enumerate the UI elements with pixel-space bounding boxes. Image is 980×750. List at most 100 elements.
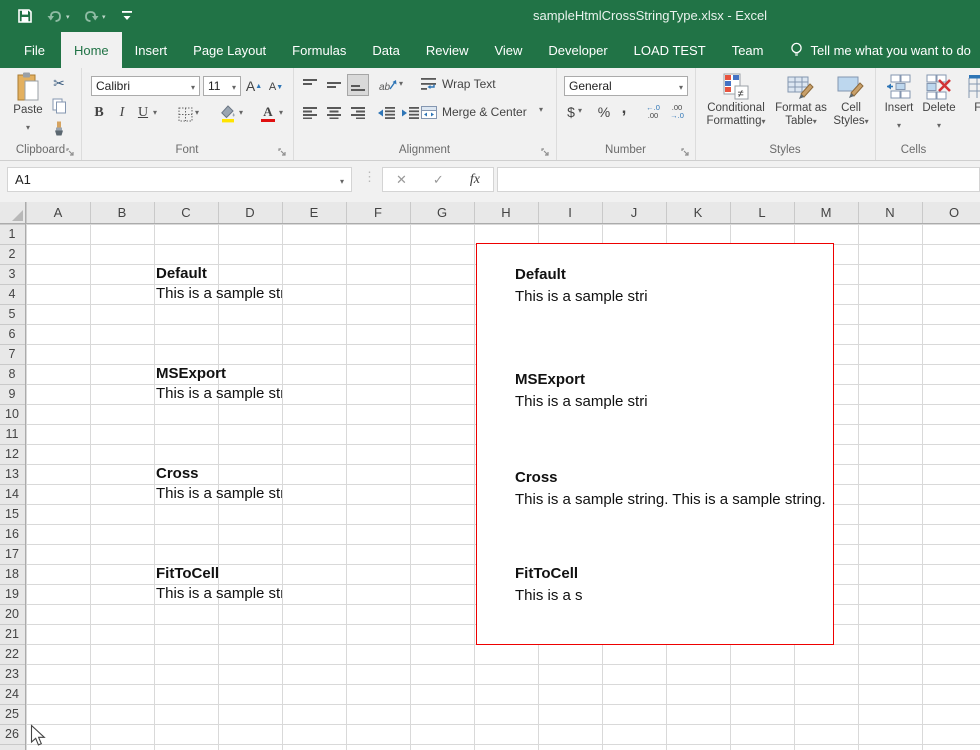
italic-button[interactable]: I — [115, 104, 129, 122]
format-cells-button[interactable]: Fo — [961, 72, 980, 115]
accounting-dropdown-icon[interactable] — [578, 106, 582, 115]
underline-button[interactable]: U — [135, 104, 151, 122]
column-header-D[interactable]: D — [218, 202, 282, 223]
align-right-button[interactable] — [348, 103, 368, 123]
increase-decimal-button[interactable]: ←.0 .00 — [642, 102, 664, 122]
floating-image-overlay[interactable]: DefaultThis is a sample striMSExportThis… — [476, 243, 834, 645]
percent-style-button[interactable]: % — [596, 102, 612, 122]
tab-review[interactable]: Review — [413, 32, 482, 68]
fill-color-dropdown-icon[interactable] — [239, 108, 243, 117]
font-color-dropdown-icon[interactable] — [279, 108, 283, 117]
cell-C19[interactable]: This is a sample strin — [156, 586, 282, 602]
row-header-6[interactable]: 6 — [0, 324, 24, 344]
row-header-13[interactable]: 13 — [0, 464, 24, 484]
format-painter-button[interactable] — [48, 119, 70, 139]
row-header-14[interactable]: 14 — [0, 484, 24, 504]
name-box[interactable]: A1 — [7, 167, 352, 192]
insert-function-icon[interactable]: fx — [470, 172, 480, 188]
orientation-button[interactable]: ab — [377, 75, 399, 95]
decrease-decimal-button[interactable]: .00 →.0 — [666, 102, 688, 122]
row-header-12[interactable]: 12 — [0, 444, 24, 464]
row-header-9[interactable]: 9 — [0, 384, 24, 404]
number-dialog-launcher[interactable] — [681, 145, 691, 155]
undo-icon[interactable] — [46, 7, 64, 25]
row-header-20[interactable]: 20 — [0, 604, 24, 624]
row-header-4[interactable]: 4 — [0, 284, 24, 304]
row-header-22[interactable]: 22 — [0, 644, 24, 664]
tab-formulas[interactable]: Formulas — [279, 32, 359, 68]
formula-bar-splitter[interactable]: ⋮ — [363, 169, 376, 185]
row-header-19[interactable]: 19 — [0, 584, 24, 604]
tab-data[interactable]: Data — [359, 32, 412, 68]
underline-dropdown-icon[interactable] — [153, 108, 157, 117]
font-color-button[interactable]: A — [259, 104, 277, 124]
number-format-combo[interactable]: General — [564, 76, 688, 96]
orientation-dropdown-icon[interactable] — [399, 79, 403, 88]
paste-dropdown-icon[interactable] — [26, 117, 30, 135]
insert-cells-button[interactable]: Insert — [881, 72, 917, 133]
tell-me-box[interactable]: Tell me what you want to do — [790, 32, 970, 68]
delete-cells-button[interactable]: Delete — [919, 72, 959, 133]
tab-load-test[interactable]: LOAD TEST — [621, 32, 719, 68]
bold-button[interactable]: B — [91, 104, 107, 122]
borders-button[interactable] — [177, 106, 193, 122]
row-header-10[interactable]: 10 — [0, 404, 24, 424]
increase-font-size-button[interactable]: A▲ — [244, 75, 264, 97]
row-header-1[interactable]: 1 — [0, 224, 24, 244]
row-header-3[interactable]: 3 — [0, 264, 24, 284]
font-dialog-launcher[interactable] — [278, 145, 288, 155]
tab-page-layout[interactable]: Page Layout — [180, 32, 279, 68]
middle-align-button[interactable] — [324, 75, 344, 95]
row-header-16[interactable]: 16 — [0, 524, 24, 544]
cell-C18[interactable]: FitToCell — [156, 566, 219, 582]
cell-C9[interactable]: This is a sample strin — [156, 386, 282, 402]
column-header-K[interactable]: K — [666, 202, 730, 223]
cancel-icon[interactable]: ✕ — [396, 172, 407, 188]
row-header-25[interactable]: 25 — [0, 704, 24, 724]
paste-button[interactable]: Paste — [6, 72, 50, 135]
clipboard-dialog-launcher[interactable] — [66, 145, 76, 155]
merge-center-button[interactable]: Merge & Center — [421, 101, 539, 123]
save-icon[interactable] — [16, 7, 34, 25]
column-header-C[interactable]: C — [154, 202, 218, 223]
column-header-N[interactable]: N — [858, 202, 922, 223]
cell-C13[interactable]: Cross — [156, 466, 199, 482]
row-header-18[interactable]: 18 — [0, 564, 24, 584]
cell-C3[interactable]: Default — [156, 266, 207, 282]
tab-insert[interactable]: Insert — [122, 32, 181, 68]
fill-color-button[interactable] — [219, 104, 237, 124]
borders-dropdown-icon[interactable] — [195, 108, 199, 117]
redo-dropdown-icon[interactable]: ▾ — [102, 13, 106, 21]
align-center-button[interactable] — [324, 103, 344, 123]
cell-C8[interactable]: MSExport — [156, 366, 226, 382]
top-align-button[interactable] — [300, 75, 320, 95]
row-header-11[interactable]: 11 — [0, 424, 24, 444]
column-header-G[interactable]: G — [410, 202, 474, 223]
undo-dropdown-icon[interactable]: ▾ — [66, 13, 70, 21]
sheet-grid[interactable]: DefaultThis is a sample striMSExportThis… — [26, 224, 980, 750]
column-header-I[interactable]: I — [538, 202, 602, 223]
font-size-combo[interactable]: 11 — [203, 76, 241, 96]
column-header-B[interactable]: B — [90, 202, 154, 223]
accounting-format-button[interactable]: $ — [564, 102, 578, 122]
enter-icon[interactable]: ✓ — [433, 172, 444, 188]
alignment-dialog-launcher[interactable] — [541, 145, 551, 155]
column-header-A[interactable]: A — [26, 202, 90, 223]
decrease-font-size-button[interactable]: A▼ — [266, 77, 286, 97]
copy-button[interactable] — [48, 96, 70, 116]
formula-input[interactable] — [497, 167, 980, 192]
cell-C14[interactable]: This is a sample strin — [156, 486, 282, 502]
row-header-7[interactable]: 7 — [0, 344, 24, 364]
row-header-26[interactable]: 26 — [0, 724, 24, 744]
wrap-text-button[interactable]: Wrap Text — [421, 73, 551, 95]
comma-style-button[interactable]: , — [618, 98, 630, 118]
name-box-dropdown-icon[interactable] — [340, 172, 344, 187]
font-name-combo[interactable]: Calibri — [91, 76, 200, 96]
bottom-align-button[interactable] — [348, 75, 368, 95]
select-all-corner[interactable] — [0, 202, 26, 224]
row-header-15[interactable]: 15 — [0, 504, 24, 524]
increase-indent-button[interactable] — [399, 103, 421, 123]
conditional-formatting-button[interactable]: ≠ Conditional Formatting — [699, 72, 773, 128]
row-header-2[interactable]: 2 — [0, 244, 24, 264]
row-header-23[interactable]: 23 — [0, 664, 24, 684]
